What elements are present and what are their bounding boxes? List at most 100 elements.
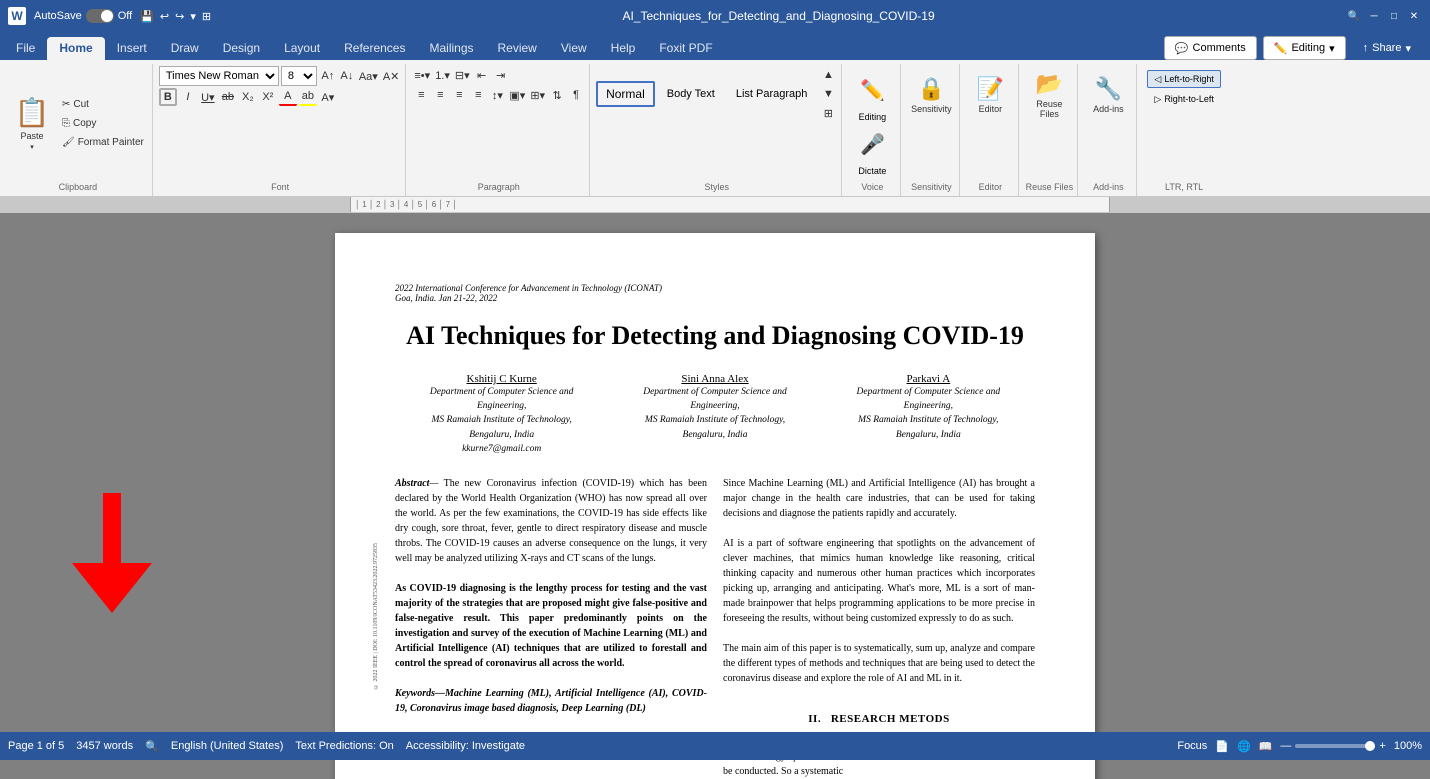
align-right-btn[interactable]: ≡ bbox=[450, 86, 468, 104]
undo-btn[interactable]: ↩ bbox=[160, 10, 169, 23]
author-1: Kshitij C Kurne Department of Computer S… bbox=[395, 373, 608, 456]
view-web-btn[interactable]: 🌐 bbox=[1237, 740, 1251, 753]
document-page: © 2022 IEEE | DOI: 10.1109/ICONAT53423.2… bbox=[335, 233, 1095, 779]
share-button[interactable]: ↑ Share ▾ bbox=[1352, 36, 1422, 60]
increase-indent-btn[interactable]: ⇥ bbox=[492, 66, 510, 84]
minimize-btn[interactable]: ─ bbox=[1366, 8, 1382, 24]
superscript-button[interactable]: X² bbox=[259, 88, 277, 106]
zoom-out-icon[interactable]: — bbox=[1280, 740, 1291, 752]
word-count: 3457 words bbox=[76, 740, 133, 752]
shading-btn[interactable]: ▣▾ bbox=[507, 86, 527, 104]
tab-file[interactable]: File bbox=[4, 37, 47, 60]
italic-button[interactable]: I bbox=[179, 88, 197, 106]
underline-button[interactable]: U▾ bbox=[199, 88, 217, 106]
touch-mode-btn[interactable]: ⊞ bbox=[202, 10, 211, 23]
abstract-text-left: Abstract— The new Coronavirus infection … bbox=[395, 476, 707, 566]
add-ins-button[interactable]: 🔧 Add-ins bbox=[1084, 66, 1132, 124]
tab-help[interactable]: Help bbox=[599, 37, 648, 60]
document-area[interactable]: © 2022 IEEE | DOI: 10.1109/ICONAT53423.2… bbox=[0, 213, 1430, 779]
editing-btn-ribbon[interactable]: ✏️ bbox=[852, 70, 892, 110]
font-size-select[interactable]: 8 bbox=[281, 66, 317, 86]
tab-design[interactable]: Design bbox=[211, 37, 272, 60]
format-painter-button[interactable]: 🖌Format Painter bbox=[58, 133, 148, 151]
authors-row: Kshitij C Kurne Department of Computer S… bbox=[395, 373, 1035, 456]
zoom-level[interactable]: 100% bbox=[1394, 740, 1422, 752]
increase-font-btn[interactable]: A↑ bbox=[319, 67, 337, 85]
doi-side-text: © 2022 IEEE | DOI: 10.1109/ICONAT53423.2… bbox=[373, 543, 379, 689]
tab-mailings[interactable]: Mailings bbox=[417, 37, 485, 60]
tab-layout[interactable]: Layout bbox=[272, 37, 332, 60]
view-print-btn[interactable]: 📄 bbox=[1215, 740, 1229, 753]
styles-scroll-up[interactable]: ▲ bbox=[819, 66, 837, 84]
clear-formatting-btn[interactable]: A✕ bbox=[381, 67, 402, 85]
comments-button[interactable]: 💬 Comments bbox=[1164, 36, 1257, 60]
decrease-font-btn[interactable]: A↓ bbox=[338, 67, 356, 85]
tab-home[interactable]: Home bbox=[47, 37, 104, 60]
justify-btn[interactable]: ≡ bbox=[469, 86, 487, 104]
align-left-btn[interactable]: ≡ bbox=[412, 86, 430, 104]
style-list-paragraph[interactable]: List Paragraph bbox=[727, 83, 817, 105]
dictate-btn[interactable]: 🎤 bbox=[852, 124, 892, 164]
multilevel-btn[interactable]: ⊟▾ bbox=[453, 66, 472, 84]
style-body-text[interactable]: Body Text bbox=[658, 83, 724, 105]
redo-btn[interactable]: ↪ bbox=[175, 10, 184, 23]
sensitivity-group: 🔒 Sensitivity Sensitivity bbox=[903, 64, 960, 196]
tab-draw[interactable]: Draw bbox=[159, 37, 211, 60]
styles-expand[interactable]: ⊞ bbox=[819, 104, 837, 122]
change-case-btn[interactable]: Aa▾ bbox=[357, 67, 380, 85]
strikethrough-button[interactable]: ab bbox=[219, 88, 237, 106]
zoom-in-icon[interactable]: + bbox=[1379, 740, 1385, 752]
reuse-files-group: 📂 ReuseFiles Reuse Files bbox=[1021, 64, 1078, 196]
font-color-btn[interactable]: A bbox=[279, 88, 297, 106]
subscript-button[interactable]: X₂ bbox=[239, 88, 257, 106]
ltr-button[interactable]: ◁ Left-to-Right bbox=[1147, 70, 1220, 88]
show-para-btn[interactable]: ¶ bbox=[567, 86, 585, 104]
styles-scroll-down[interactable]: ▼ bbox=[819, 85, 837, 103]
search-btn[interactable]: 🔍 bbox=[1346, 8, 1362, 24]
font-clear-btn[interactable]: A▾ bbox=[319, 88, 337, 106]
tab-references[interactable]: References bbox=[332, 37, 417, 60]
save-quick-btn[interactable]: 💾 bbox=[140, 10, 154, 23]
maximize-btn[interactable]: □ bbox=[1386, 8, 1402, 24]
customize-qa-btn[interactable]: ▾ bbox=[190, 10, 196, 23]
style-normal[interactable]: Normal bbox=[596, 81, 655, 107]
sensitivity-button[interactable]: 🔒 Sensitivity bbox=[907, 66, 955, 124]
close-btn[interactable]: ✕ bbox=[1406, 8, 1422, 24]
status-right: Focus 📄 🌐 📖 — + 100% bbox=[1177, 740, 1422, 753]
top-right-controls: 💬 Comments ✏️ Editing ▾ ↑ Share ▾ bbox=[1164, 36, 1422, 60]
borders-btn[interactable]: ⊞▾ bbox=[528, 86, 547, 104]
autosave-state: Off bbox=[118, 10, 132, 22]
paste-button[interactable]: 📋 Paste ▾ bbox=[8, 94, 56, 152]
styles-group: Normal Body Text List Paragraph ▲ ▼ ⊞ St… bbox=[592, 64, 842, 196]
focus-label[interactable]: Focus bbox=[1177, 740, 1207, 752]
ruler: │ 1 │ 2 │ 3 │ 4 │ 5 │ 6 │ 7 │ bbox=[0, 197, 1430, 213]
font-name-select[interactable]: Times New Roman bbox=[159, 66, 279, 86]
zoom-control[interactable]: — + bbox=[1280, 740, 1385, 752]
tab-review[interactable]: Review bbox=[486, 37, 549, 60]
decrease-indent-btn[interactable]: ⇤ bbox=[473, 66, 491, 84]
ltr-rtl-label: LTR, RTL bbox=[1165, 182, 1203, 194]
sort-btn[interactable]: ⇅ bbox=[548, 86, 566, 104]
numbering-btn[interactable]: 1.▾ bbox=[433, 66, 452, 84]
align-center-btn[interactable]: ≡ bbox=[431, 86, 449, 104]
bullets-btn[interactable]: ≡•▾ bbox=[412, 66, 432, 84]
paper-title: AI Techniques for Detecting and Diagnosi… bbox=[395, 319, 1035, 353]
conference-header: 2022 International Conference for Advanc… bbox=[395, 283, 1035, 303]
editing-mode-button[interactable]: ✏️ Editing ▾ bbox=[1263, 36, 1346, 60]
view-read-btn[interactable]: 📖 bbox=[1259, 740, 1273, 753]
line-spacing-btn[interactable]: ↕▾ bbox=[488, 86, 506, 104]
reuse-files-button[interactable]: 📂 ReuseFiles bbox=[1025, 66, 1073, 124]
autosave-toggle[interactable] bbox=[86, 9, 114, 23]
tab-view[interactable]: View bbox=[549, 37, 599, 60]
editor-button[interactable]: 📝 Editor bbox=[966, 66, 1014, 124]
tab-foxit[interactable]: Foxit PDF bbox=[647, 37, 724, 60]
rtl-button[interactable]: ▷ Right-to-Left bbox=[1147, 90, 1220, 108]
share-dropdown-icon: ▾ bbox=[1405, 42, 1411, 55]
zoom-slider[interactable] bbox=[1295, 744, 1375, 748]
copy-button[interactable]: ⎘Copy bbox=[58, 114, 148, 132]
bold-button[interactable]: B bbox=[159, 88, 177, 106]
tab-insert[interactable]: Insert bbox=[105, 37, 159, 60]
highlight-btn[interactable]: ab bbox=[299, 88, 317, 106]
cut-button[interactable]: ✂Cut bbox=[58, 95, 148, 113]
autosave-control[interactable]: AutoSave Off bbox=[34, 9, 132, 23]
